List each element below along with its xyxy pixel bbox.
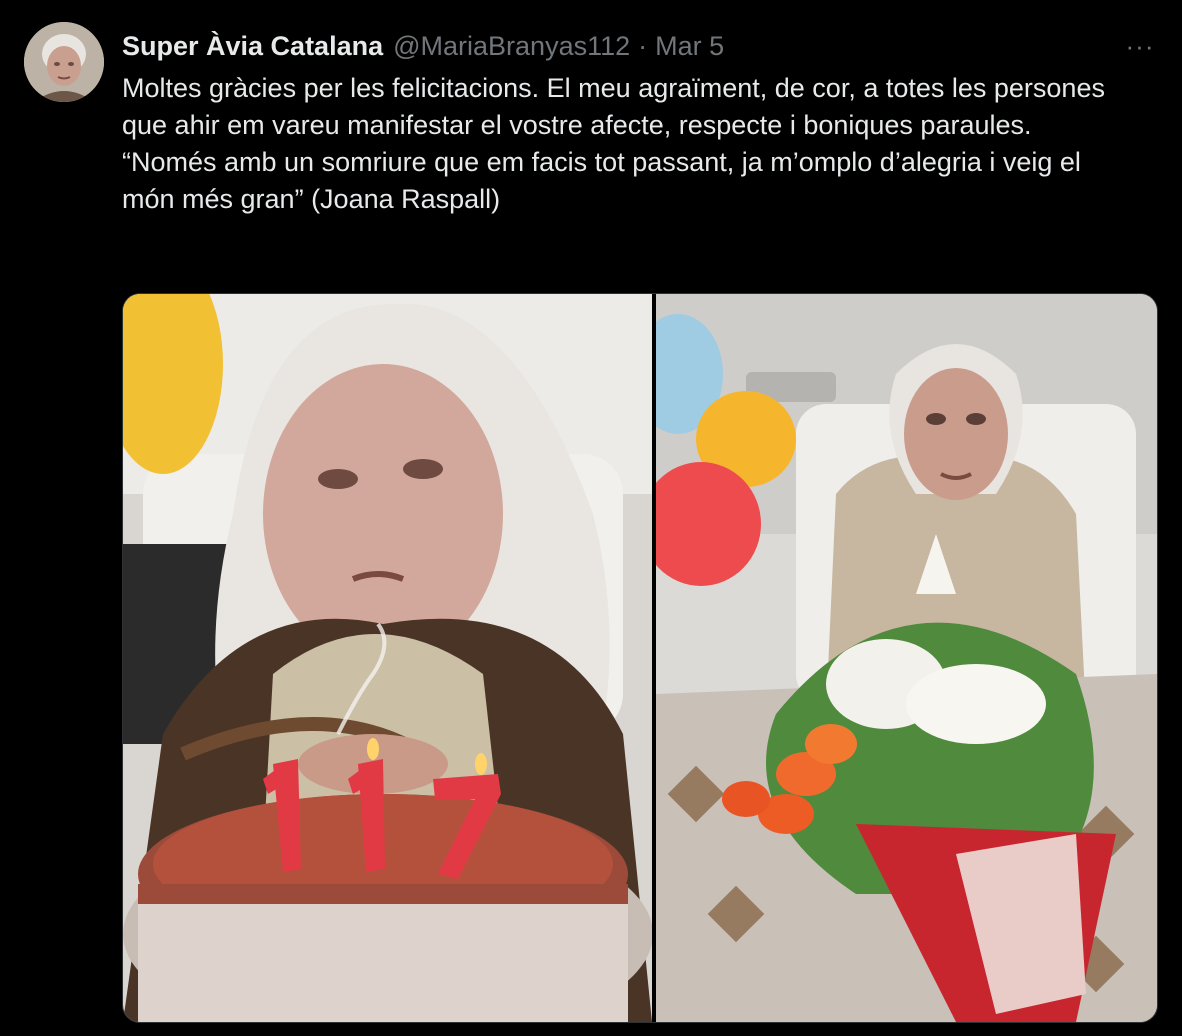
flower-bouquet-image — [656, 294, 1157, 1022]
photo-birthday-cake[interactable] — [123, 294, 652, 1022]
tweet-text: Moltes gràcies per les felicitacions. El… — [122, 70, 1132, 218]
tweet-date[interactable]: Mar 5 — [655, 31, 724, 62]
tweet-text-paragraph-2: “Només amb un somriure que em facis tot … — [122, 147, 1081, 214]
more-horizontal-icon: ··· — [1125, 30, 1155, 61]
author-display-name[interactable]: Super Àvia Catalana — [122, 31, 383, 62]
more-options-button[interactable]: ··· — [1120, 26, 1160, 66]
photo-flower-bouquet[interactable] — [656, 294, 1157, 1022]
media-grid — [122, 293, 1158, 1023]
author-handle[interactable]: @MariaBranyas112 — [393, 31, 630, 62]
separator-dot: · — [638, 30, 648, 61]
tweet-text-paragraph-1: Moltes gràcies per les felicitacions. El… — [122, 73, 1105, 140]
tweet[interactable]: Super Àvia Catalana @MariaBranyas112 · M… — [0, 0, 1182, 1036]
author-avatar[interactable] — [24, 22, 104, 102]
avatar-photo — [24, 22, 104, 102]
tweet-header: Super Àvia Catalana @MariaBranyas112 · M… — [122, 26, 724, 66]
birthday-cake-image — [123, 294, 652, 1022]
